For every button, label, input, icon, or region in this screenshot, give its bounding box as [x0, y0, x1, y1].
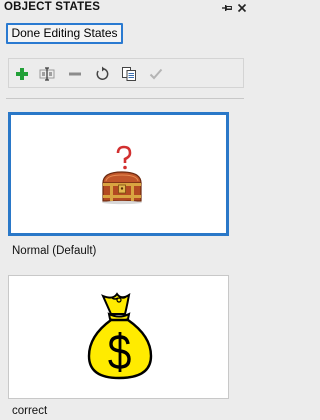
toolbar-divider	[6, 98, 244, 99]
treasure-chest-question-icon	[102, 145, 142, 205]
close-icon[interactable]	[236, 2, 248, 14]
object-states-panel: OBJECT STATES Done Editing States Normal…	[0, 0, 250, 420]
confirm-state-icon[interactable]	[148, 66, 164, 82]
scrollbar-track[interactable]	[239, 104, 250, 420]
add-state-icon[interactable]	[14, 66, 30, 82]
remove-state-icon[interactable]	[67, 66, 83, 82]
money-bag-dollar-icon	[87, 292, 153, 380]
edit-state-icon[interactable]	[39, 66, 55, 82]
state-label-correct: correct	[12, 405, 48, 417]
state-label-normal: Normal (Default)	[12, 245, 97, 257]
pin-icon[interactable]	[221, 2, 233, 14]
state-card-normal[interactable]	[8, 112, 229, 236]
reset-state-icon[interactable]	[94, 66, 110, 82]
state-toolbar	[8, 58, 244, 88]
state-card-correct[interactable]	[8, 275, 229, 399]
done-editing-states-button[interactable]: Done Editing States	[6, 23, 123, 44]
panel-title: OBJECT STATES	[4, 1, 101, 13]
panel-titlebar: OBJECT STATES	[0, 0, 250, 16]
duplicate-state-icon[interactable]	[121, 66, 137, 82]
